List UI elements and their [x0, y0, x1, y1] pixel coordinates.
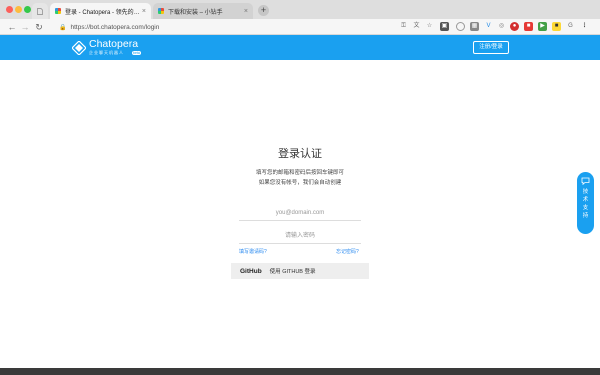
- brand-name: Chatopera: [89, 38, 139, 50]
- support-char: 技: [582, 189, 589, 195]
- invite-code-link[interactable]: 填写邀请码?: [239, 248, 267, 255]
- new-tab-button[interactable]: +: [258, 5, 269, 16]
- support-char: 支: [582, 205, 589, 211]
- tab-title: 登录 - Chatopera - 领先的智能: [65, 9, 140, 16]
- desc-line-2: 如果您没有帐号，我们会自动创建: [258, 180, 342, 186]
- close-tab-icon[interactable]: ×: [142, 8, 146, 15]
- forward-arrow-icon[interactable]: →: [19, 21, 31, 33]
- chatopera-favicon-icon: [158, 8, 164, 14]
- extension-red-icon[interactable]: ●: [510, 22, 519, 31]
- chat-bubble-icon: [581, 177, 590, 185]
- close-window-button[interactable]: [6, 6, 13, 13]
- extension-g-icon[interactable]: G: [566, 22, 575, 31]
- email-field[interactable]: you@domain.com: [239, 206, 361, 221]
- extension-icon[interactable]: ▣: [440, 22, 449, 31]
- key-icon[interactable]: ⚿: [399, 22, 408, 31]
- bookmark-star-icon[interactable]: ☆: [425, 22, 434, 31]
- reload-icon[interactable]: ↻: [33, 21, 45, 33]
- maximize-window-button[interactable]: [24, 6, 31, 13]
- beta-badge: beta: [132, 51, 141, 55]
- chatopera-favicon-icon: [55, 8, 61, 14]
- extension-yellow-icon[interactable]: ■: [552, 22, 561, 31]
- chatopera-logo-icon: [72, 41, 86, 55]
- tech-support-tab[interactable]: 技 术 支 持: [577, 172, 594, 234]
- extension-grid-icon[interactable]: ▦: [470, 22, 479, 31]
- github-login-label: 使用 GITHUB 登录: [269, 269, 316, 275]
- minimize-window-button[interactable]: [15, 6, 22, 13]
- browser-toolbar: ← → ↻ 🔒 https://bot.chatopera.com/login …: [0, 19, 600, 35]
- tab-strip: 登录 - Chatopera - 领先的智能 × 下载和安装 – 小钻手 × +: [0, 0, 600, 19]
- brand-tagline: 企业聊天机器人: [89, 50, 124, 55]
- github-logo-icon: GitHub: [240, 267, 262, 275]
- tab-title: 下载和安装 – 小钻手: [168, 9, 223, 16]
- back-arrow-icon[interactable]: ←: [6, 21, 18, 33]
- extension-circle-icon[interactable]: [456, 22, 465, 31]
- extension-v-icon[interactable]: V: [484, 22, 493, 31]
- tab-blank[interactable]: [32, 3, 48, 19]
- login-description: 填写您的邮箱和密码后按回车键即可 如果您没有帐号，我们会自动创建: [0, 168, 600, 188]
- extension-play-icon[interactable]: ▶: [538, 22, 547, 31]
- github-login-button[interactable]: GitHub 使用 GITHUB 登录: [231, 263, 369, 279]
- translate-icon[interactable]: 文: [412, 22, 421, 31]
- tab-download[interactable]: 下载和安装 – 小钻手 ×: [153, 3, 253, 19]
- extension-shield-icon[interactable]: ◎: [497, 22, 506, 31]
- register-login-button[interactable]: 注册/登录: [473, 41, 509, 54]
- extension-abp-icon[interactable]: ■: [524, 22, 533, 31]
- bottom-bar: [0, 368, 600, 375]
- menu-dots-icon[interactable]: ⋮: [580, 22, 589, 31]
- support-char: 持: [582, 213, 589, 219]
- site-header: Chatopera 企业聊天机器人 beta 注册/登录: [0, 35, 600, 60]
- browser-window: 登录 - Chatopera - 领先的智能 × 下载和安装 – 小钻手 × +…: [0, 0, 600, 368]
- support-char: 术: [582, 197, 589, 203]
- brand-logo[interactable]: Chatopera 企业聊天机器人 beta: [72, 38, 152, 57]
- forgot-password-link[interactable]: 忘记密码?: [336, 248, 359, 255]
- lock-icon: 🔒: [59, 24, 67, 31]
- url-text: https://bot.chatopera.com/login: [70, 23, 160, 31]
- desc-line-1: 填写您的邮箱和密码后按回车键即可: [255, 170, 344, 176]
- tab-login[interactable]: 登录 - Chatopera - 领先的智能 ×: [50, 3, 151, 19]
- page-icon: [37, 7, 43, 15]
- login-title: 登录认证: [278, 148, 322, 160]
- password-field[interactable]: 请输入密码: [239, 229, 361, 244]
- close-tab-icon[interactable]: ×: [244, 8, 248, 15]
